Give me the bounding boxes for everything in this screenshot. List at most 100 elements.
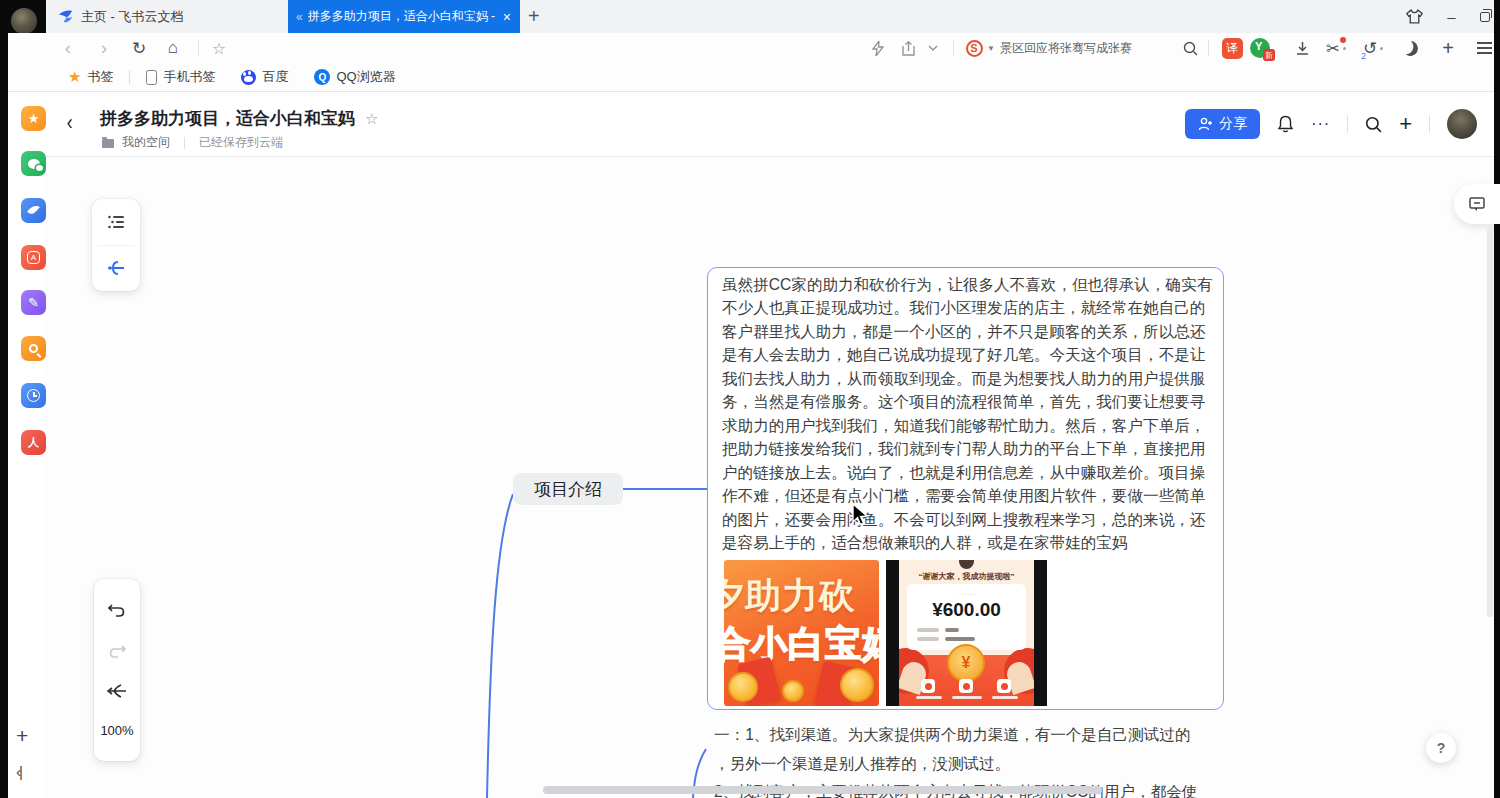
mindmap-canvas[interactable]: 100% 项目介绍 虽然拼CC家的助力和砍价行为，让很多人不喜欢，但也得承认，确… [46, 157, 1494, 798]
dock-history-icon[interactable] [21, 383, 46, 408]
dock-add-icon[interactable]: + [16, 724, 28, 748]
share-person-icon [1198, 117, 1213, 131]
doc-header: ‹ 拼多多助力项目，适合小白和宝妈 ☆ 我的空间 已经保存到云端 分享 ··· … [46, 92, 1494, 157]
create-new-icon[interactable]: + [1399, 111, 1412, 137]
bookmark-item-qq[interactable]: Q QQ浏览器 [314, 68, 395, 86]
browser-tab-active[interactable]: « 拼多多助力项目，适合小白和宝妈 - × [288, 0, 520, 33]
tab-back-icon: « [296, 10, 303, 24]
doc-title: 拼多多助力项目，适合小白和宝妈 ☆ [100, 107, 378, 130]
dock-notes-icon[interactable]: ✎ [21, 290, 46, 315]
header-separator [1429, 115, 1430, 133]
redo-icon[interactable] [108, 643, 126, 659]
qq-browser-icon: Q [314, 69, 330, 85]
back-icon[interactable]: ‹ [58, 33, 78, 63]
phone-screenshot-image[interactable]: “谢谢大家，我成功提现啦” ···· ···· ¥600.00 ¥ [886, 560, 1047, 706]
menu-icon[interactable] [1474, 33, 1494, 63]
dark-mode-moon-icon[interactable] [1400, 33, 1420, 63]
doc-back-icon[interactable]: ‹ [67, 110, 73, 136]
more-options-icon[interactable]: ··· [1311, 115, 1330, 133]
extension-icon[interactable]: 新 [1248, 33, 1272, 63]
doc-space[interactable]: 我的空间 [122, 134, 170, 151]
window-controls: – × [1398, 0, 1500, 33]
restore-icon[interactable] [1480, 12, 1490, 22]
screenshot-scissors-icon[interactable]: ✂ [1324, 33, 1348, 63]
bookmarks-separator [129, 70, 130, 84]
canvas-tools-panel: 100% [94, 579, 140, 761]
share-button[interactable]: 分享 [1185, 109, 1260, 139]
notifications-bell-icon[interactable] [1277, 115, 1294, 133]
window-edge-right [1494, 0, 1500, 798]
header-separator [1347, 115, 1348, 133]
mouse-cursor [852, 503, 872, 527]
tab-title: 拼多多助力项目，适合小白和宝妈 - [308, 8, 497, 25]
amount-text: ¥600.00 [907, 599, 1026, 621]
help-button[interactable]: ? [1426, 733, 1456, 763]
horizontal-scrollbar[interactable] [543, 786, 1102, 794]
window-edge-left [0, 0, 8, 798]
dock-bird-icon[interactable] [21, 198, 46, 223]
download-icon[interactable] [1291, 33, 1313, 63]
comment-panel-toggle[interactable] [1454, 184, 1500, 224]
promo-image[interactable]: 夕助力砍 合小白宝妈 [724, 560, 879, 706]
toolbar-separator [953, 40, 954, 56]
dock-favorites-icon[interactable]: ★ [21, 106, 46, 131]
share-page-icon[interactable] [898, 33, 918, 63]
bookmarks-bar: ★ 书签 手机书签 百度 Q QQ浏览器 [8, 63, 1494, 92]
favorite-doc-star-icon[interactable]: ☆ [365, 110, 378, 128]
mindmap-node-content[interactable]: 虽然拼CC家的助力和砍价行为，让很多人不喜欢，但也得承认，确实有 不少人也真正提… [707, 267, 1224, 710]
phone-quote-text: “谢谢大家，我成功提现啦” [899, 571, 1034, 582]
amount-card: ···· ···· ¥600.00 [907, 584, 1026, 650]
save-status: 已经保存到云端 [199, 134, 283, 151]
vertical-scrollbar[interactable] [1487, 227, 1493, 617]
bookmark-item-mobile[interactable]: 手机书签 [146, 68, 215, 86]
folder-icon [102, 139, 114, 148]
favorite-star-icon[interactable]: ☆ [208, 33, 230, 63]
add-icon[interactable]: + [1438, 33, 1458, 63]
zoom-level[interactable]: 100% [100, 723, 133, 738]
dock-search-icon[interactable] [21, 336, 46, 361]
history-undo-icon[interactable]: ↺2 [1361, 33, 1385, 63]
theme-icon[interactable] [1406, 9, 1423, 24]
new-tab-button[interactable]: + [528, 5, 540, 28]
comment-icon [1469, 197, 1485, 212]
outline-view-button[interactable] [92, 199, 140, 245]
dock-translate-icon[interactable]: A [21, 245, 46, 270]
bookmark-item-baidu[interactable]: 百度 [241, 68, 288, 86]
home-icon[interactable]: ⌂ [162, 33, 184, 63]
user-avatar[interactable] [1447, 109, 1477, 139]
bookmark-item[interactable]: ★ 书签 [68, 68, 113, 86]
dock-pdf-icon[interactable]: 人 [21, 430, 46, 455]
forward-icon[interactable]: › [94, 33, 114, 63]
locate-root-icon[interactable] [107, 684, 127, 698]
phone-icon [146, 70, 157, 85]
mindmap-view-button[interactable] [92, 245, 140, 291]
minimize-icon[interactable]: – [1447, 8, 1455, 25]
phone-avatar [959, 560, 974, 569]
doc-search-icon[interactable] [1365, 116, 1382, 133]
toolbar-separator [1208, 40, 1209, 56]
translate-icon[interactable]: 译 [1220, 33, 1244, 63]
browser-tab-home[interactable]: 主页 - 飞书云文档 [50, 0, 288, 33]
coin-icon: ¥ [947, 644, 985, 682]
baidu-icon [241, 70, 256, 85]
tab-close-icon[interactable]: × [502, 9, 512, 25]
view-switch-panel [92, 199, 140, 291]
chevron-down-icon[interactable] [924, 33, 942, 63]
dock-wechat-icon[interactable] [21, 151, 46, 176]
intro-paragraph: 虽然拼CC家的助力和砍价行为，让很多人不喜欢，但也得承认，确实有 不少人也真正提… [722, 273, 1212, 555]
caret-down-icon[interactable]: ▼ [986, 33, 996, 63]
tab-title: 主页 - 飞书云文档 [81, 8, 184, 26]
mindmap-node-intro[interactable]: 项目介绍 [513, 473, 623, 505]
toolbar-separator [198, 40, 199, 56]
lightning-icon[interactable] [868, 33, 888, 63]
browser-toolbar: ‹ › ↻ ⌂ ☆ S ▼ 景区回应将张骞写成张赛 译 新 ✂ ↺2 + [8, 33, 1494, 63]
dock-collapse-icon[interactable]: ‹| [16, 763, 21, 780]
undo-icon[interactable] [108, 602, 126, 618]
hot-search-logo[interactable]: S [964, 33, 984, 63]
hot-search-text[interactable]: 景区回应将张骞写成张赛 [1000, 33, 1170, 63]
profile-avatar[interactable] [11, 8, 37, 34]
star-icon: ★ [68, 68, 81, 86]
search-icon[interactable] [1180, 33, 1200, 63]
doc-subtitle: 我的空间 已经保存到云端 [102, 134, 283, 151]
reload-icon[interactable]: ↻ [128, 33, 150, 63]
